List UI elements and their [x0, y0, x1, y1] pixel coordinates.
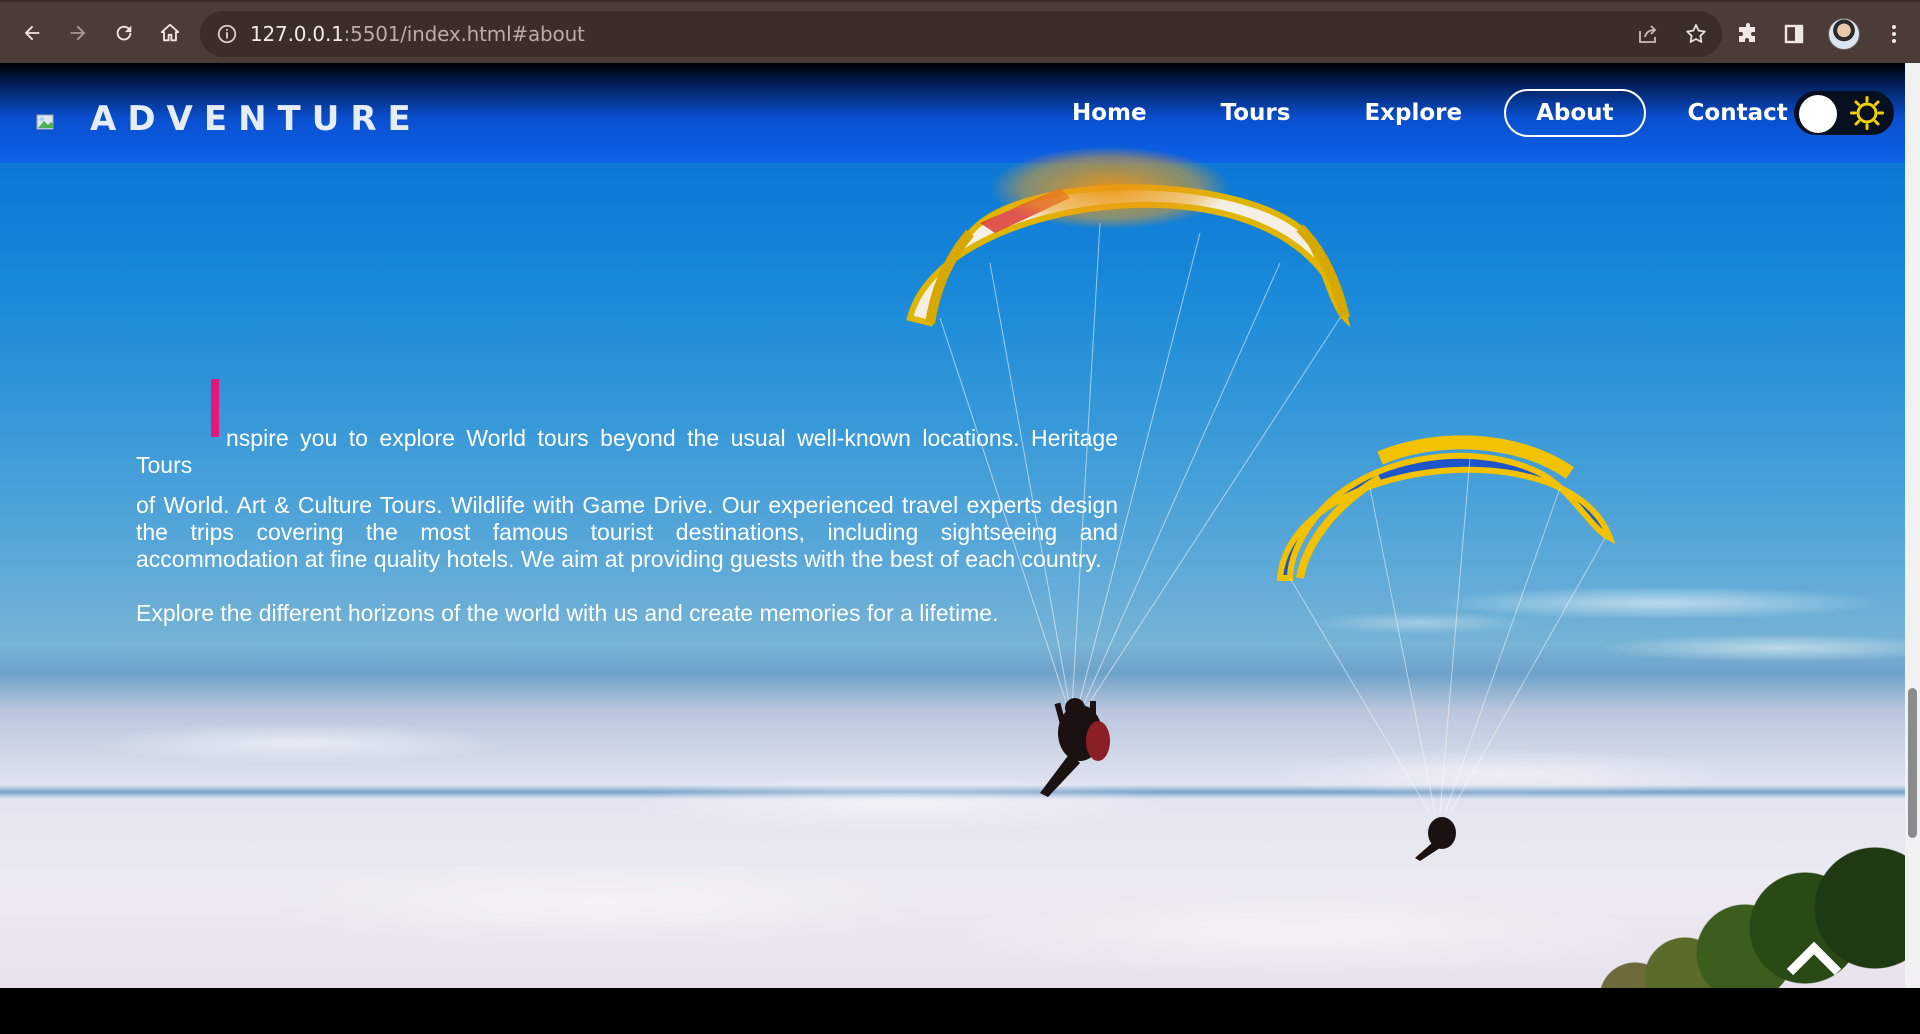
- viewport-bottom: [0, 988, 1920, 1034]
- about-first-line: nspire you to explore World tours beyond…: [136, 379, 1118, 478]
- puzzle-icon[interactable]: [1736, 22, 1760, 46]
- reload-button[interactable]: [106, 15, 142, 51]
- back-button[interactable]: [14, 15, 50, 51]
- nav-links: Home Tours Explore About Contact: [1040, 89, 1830, 137]
- paraglider-small: [1276, 435, 1616, 861]
- sun-icon: [1850, 96, 1884, 130]
- home-icon: [160, 23, 180, 41]
- nav-link-tours[interactable]: Tours: [1189, 89, 1323, 137]
- url-path: :5501/index.html#about: [343, 22, 585, 46]
- brand-logo[interactable]: ADVENTURE: [90, 99, 422, 139]
- reload-icon: [116, 25, 132, 40]
- nav-link-explore[interactable]: Explore: [1332, 89, 1494, 137]
- about-paragraph-1: nspire you to explore World tours beyond…: [136, 379, 1118, 573]
- address-bar[interactable]: 127.0.0.1:5501/index.html#about: [200, 11, 1722, 57]
- kebab-menu-icon[interactable]: [1882, 22, 1906, 46]
- drop-cap-bar: [211, 379, 219, 437]
- extensions-area: [1736, 11, 1906, 57]
- home-button[interactable]: [152, 15, 188, 51]
- site-navbar: ADVENTURE Home Tours Explore About Conta…: [0, 63, 1905, 243]
- arrow-left-icon: [24, 25, 40, 40]
- url-text: 127.0.0.1:5501/index.html#about: [250, 22, 585, 46]
- page-scrollbar[interactable]: [1905, 63, 1920, 988]
- toggle-knob: [1799, 95, 1837, 133]
- about-text: nspire you to explore World tours beyond…: [136, 379, 1118, 654]
- info-icon[interactable]: [216, 23, 238, 45]
- star-icon[interactable]: [1684, 22, 1708, 46]
- browser-toolbar: 127.0.0.1:5501/index.html#about: [0, 0, 1920, 63]
- about-paragraph-1-rest: of World. Art & Culture Tours. Wildlife …: [136, 492, 1118, 572]
- about-first-line-text: nspire you to explore World tours beyond…: [136, 425, 1118, 478]
- scroll-thumb[interactable]: [1908, 688, 1917, 838]
- about-section: ADVENTURE Home Tours Explore About Conta…: [0, 63, 1905, 988]
- chevron-up-icon[interactable]: [1786, 940, 1842, 980]
- theme-toggle[interactable]: [1794, 91, 1894, 135]
- arrow-right-icon: [70, 25, 86, 40]
- broken-image-icon[interactable]: [36, 111, 58, 133]
- profile-avatar[interactable]: [1828, 18, 1860, 50]
- about-paragraph-2: Explore the different horizons of the wo…: [136, 600, 999, 626]
- nav-link-home[interactable]: Home: [1040, 89, 1179, 137]
- address-bar-actions: [1636, 11, 1708, 57]
- share-icon[interactable]: [1636, 22, 1660, 46]
- forward-button[interactable]: [60, 15, 96, 51]
- nav-link-about[interactable]: About: [1504, 89, 1646, 137]
- side-panel-icon[interactable]: [1782, 22, 1806, 46]
- url-host: 127.0.0.1: [250, 22, 344, 46]
- canopy-glow: [950, 133, 1270, 243]
